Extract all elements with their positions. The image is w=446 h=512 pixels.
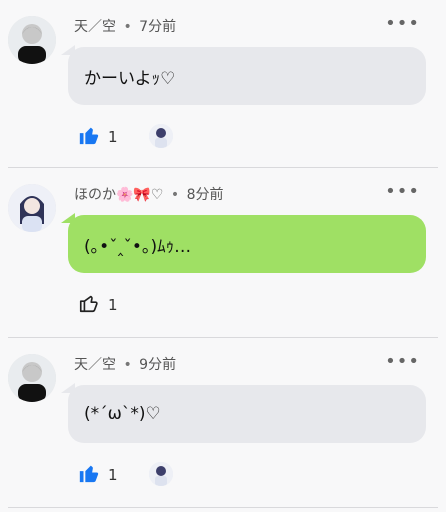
liker-avatar[interactable]: [149, 462, 173, 486]
author-name[interactable]: 天／空: [74, 19, 116, 35]
liker-avatar[interactable]: [149, 124, 173, 148]
more-icon[interactable]: •••: [385, 15, 420, 33]
like-button[interactable]: 1: [78, 124, 118, 150]
comment-text: (｡•ˇ‸ˇ•｡)ﾑｩ…: [84, 236, 192, 257]
like-count: 1: [108, 296, 118, 314]
meta-separator: •: [123, 19, 132, 35]
comment-bubble: かーいよｯ♡: [68, 47, 426, 105]
more-icon[interactable]: •••: [385, 353, 420, 371]
comment-item: ほのか🌸🎀♡ • 8分前 ••• (｡•ˇ‸ˇ•｡)ﾑｩ… 1: [0, 168, 446, 338]
comment-text: かーいよｯ♡: [84, 68, 176, 89]
like-count: 1: [108, 466, 118, 484]
avatar[interactable]: [8, 354, 56, 402]
timestamp: 8分前: [186, 187, 224, 203]
comment-text: (*´ω`*)♡: [84, 404, 161, 424]
comment-meta: 天／空 • 9分前: [74, 354, 176, 374]
like-button[interactable]: 1: [78, 462, 118, 488]
comment-meta: ほのか🌸🎀♡ • 8分前: [74, 184, 224, 204]
comment-item: 天／空 • 7分前 ••• かーいよｯ♡ 1: [0, 0, 446, 170]
meta-separator: •: [170, 187, 180, 203]
comment-meta: 天／空 • 7分前: [74, 16, 176, 36]
avatar[interactable]: [8, 16, 56, 64]
thumbs-up-icon[interactable]: [78, 124, 100, 150]
avatar[interactable]: [8, 184, 56, 232]
author-name[interactable]: 天／空: [74, 357, 116, 373]
like-count: 1: [108, 128, 118, 146]
comment-bubble: (*´ω`*)♡: [68, 385, 426, 443]
comment-item: 天／空 • 9分前 ••• (*´ω`*)♡ 1: [0, 338, 446, 508]
divider: [8, 507, 438, 508]
more-icon[interactable]: •••: [385, 183, 420, 201]
timestamp: 9分前: [139, 357, 177, 373]
thumbs-up-icon[interactable]: [78, 292, 100, 318]
meta-separator: •: [123, 357, 132, 373]
comment-feed: 天／空 • 7分前 ••• かーいよｯ♡ 1 ほのか🌸🎀♡ • 8分前 ••• …: [0, 0, 446, 512]
comment-bubble: (｡•ˇ‸ˇ•｡)ﾑｩ…: [68, 215, 426, 273]
thumbs-up-icon[interactable]: [78, 462, 100, 488]
author-name[interactable]: ほのか🌸🎀♡: [74, 187, 163, 203]
timestamp: 7分前: [139, 19, 177, 35]
like-button[interactable]: 1: [78, 292, 118, 318]
